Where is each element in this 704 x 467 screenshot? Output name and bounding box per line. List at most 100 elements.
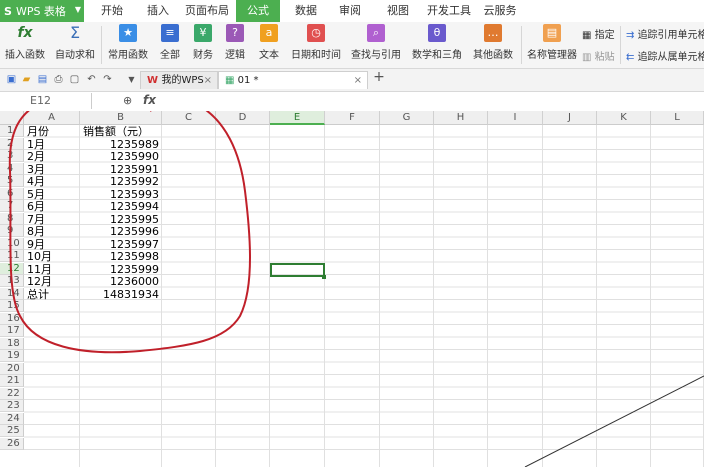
row-header-14[interactable]: 14	[0, 287, 24, 300]
row-header-17[interactable]: 17	[0, 325, 24, 337]
tab-page-layout[interactable]: 页面布局	[184, 0, 230, 22]
close-icon[interactable]: ×	[204, 72, 212, 90]
save-icon[interactable]: ▤	[37, 74, 48, 85]
row-header-2[interactable]: 2	[0, 137, 24, 150]
open-folder-icon[interactable]: ▰	[21, 74, 32, 85]
math-button[interactable]: θ 数学和三角	[408, 24, 466, 66]
cell-month[interactable]: 3月	[27, 163, 77, 176]
insert-function-button[interactable]: fx 插入函数	[4, 24, 46, 66]
cell-month[interactable]: 8月	[27, 225, 77, 238]
column-header-c[interactable]: C	[162, 111, 216, 125]
text-button[interactable]: a 文本	[254, 24, 284, 66]
undo-icon[interactable]: ↶	[86, 74, 97, 85]
column-header-e[interactable]: E	[270, 111, 325, 125]
cell-month[interactable]: 5月	[27, 188, 77, 201]
row-header-15[interactable]: 15	[0, 300, 24, 312]
cell-month[interactable]: 4月	[27, 175, 77, 188]
header-cell-sales[interactable]: 销售额（元）	[83, 125, 159, 138]
cell-sales[interactable]: 1236000	[83, 275, 159, 288]
tab-formulas[interactable]: 公式	[236, 0, 280, 22]
cell-month[interactable]: 9月	[27, 238, 77, 251]
cell-sales[interactable]: 1235999	[83, 263, 159, 276]
row-header-4[interactable]: 4	[0, 162, 24, 175]
cell-sales[interactable]: 1235997	[83, 238, 159, 251]
cell-total-label[interactable]: 总计	[27, 288, 77, 301]
row-header-19[interactable]: 19	[0, 350, 24, 362]
cell-month[interactable]: 7月	[27, 213, 77, 226]
column-header-g[interactable]: G	[380, 111, 434, 125]
row-header-22[interactable]: 22	[0, 387, 24, 400]
cell-sales[interactable]: 1235989	[83, 138, 159, 151]
row-header-18[interactable]: 18	[0, 337, 24, 350]
trace-dependents-button[interactable]: ⇇ 追踪从属单元格	[626, 48, 704, 63]
cell-month[interactable]: 10月	[27, 250, 77, 263]
cell-month[interactable]: 2月	[27, 150, 77, 163]
column-header-a[interactable]: A	[24, 111, 80, 125]
tab-view[interactable]: 视图	[380, 0, 416, 22]
cell-month[interactable]: 11月	[27, 263, 77, 276]
cell-sales[interactable]: 1235990	[83, 150, 159, 163]
new-tab-icon[interactable]: +	[373, 70, 385, 84]
cell-sales[interactable]: 1235991	[83, 163, 159, 176]
close-icon[interactable]: ×	[354, 72, 362, 90]
fx-icon[interactable]: fx	[143, 93, 156, 107]
finance-button[interactable]: ¥ 财务	[188, 24, 218, 66]
row-header-8[interactable]: 8	[0, 212, 24, 225]
row-header-13[interactable]: 13	[0, 275, 24, 287]
name-box[interactable]: E12	[0, 93, 92, 109]
tab-home[interactable]: 开始	[92, 0, 132, 22]
cell-sales[interactable]: 1235993	[83, 188, 159, 201]
other-functions-button[interactable]: … 其他函数	[468, 24, 518, 66]
new-file-icon[interactable]: ▣	[6, 74, 17, 85]
autosum-button[interactable]: Σ 自动求和	[52, 24, 98, 66]
row-header-5[interactable]: 5	[0, 175, 24, 187]
all-functions-button[interactable]: ≡ 全部	[154, 24, 186, 66]
row-header-1[interactable]: 1	[0, 125, 24, 137]
column-header-l[interactable]: L	[651, 111, 704, 125]
lookup-button[interactable]: ⌕ 查找与引用	[348, 24, 404, 66]
tab-insert[interactable]: 插入	[138, 0, 178, 22]
row-header-25[interactable]: 25	[0, 425, 24, 437]
tab-my-wps[interactable]: W 我的WPS ×	[140, 71, 218, 89]
row-header-20[interactable]: 20	[0, 362, 24, 375]
column-header-k[interactable]: K	[597, 111, 651, 125]
fill-handle[interactable]	[322, 275, 326, 279]
cell-month[interactable]: 1月	[27, 138, 77, 151]
cell-month[interactable]: 6月	[27, 200, 77, 213]
row-header-3[interactable]: 3	[0, 150, 24, 162]
column-header-b[interactable]: B	[80, 111, 162, 125]
row-header-21[interactable]: 21	[0, 375, 24, 387]
paste-button[interactable]: ▥ 粘贴	[582, 48, 615, 63]
row-header-24[interactable]: 24	[0, 412, 24, 425]
cell-sales[interactable]: 1235995	[83, 213, 159, 226]
name-manager-button[interactable]: ▤ 名称管理器	[526, 24, 578, 66]
tab-developer[interactable]: 开发工具	[424, 0, 474, 22]
row-header-16[interactable]: 16	[0, 312, 24, 325]
app-menu-button[interactable]: S WPS 表格 ▼	[0, 0, 84, 22]
logic-button[interactable]: ? 逻辑	[220, 24, 250, 66]
column-header-h[interactable]: H	[434, 111, 488, 125]
cell-sales[interactable]: 1235992	[83, 175, 159, 188]
tab-cloud[interactable]: 云服务	[480, 0, 520, 22]
spreadsheet-grid[interactable]: ABCDEFGHIJKL 1 2 3 4 5 6 7 8 9 10 11 12 13 14 15 16 17 18…	[0, 111, 704, 467]
row-header-10[interactable]: 10	[0, 237, 24, 250]
define-button[interactable]: ▦ 指定	[582, 26, 615, 41]
cell-sales[interactable]: 1235994	[83, 200, 159, 213]
cell-total-value[interactable]: 14831934	[83, 288, 159, 301]
tab-review[interactable]: 审阅	[332, 0, 368, 22]
row-header-26[interactable]: 26	[0, 437, 24, 450]
redo-icon[interactable]: ↷	[102, 74, 113, 85]
row-header-23[interactable]: 23	[0, 400, 24, 412]
row-header-12[interactable]: 12	[0, 262, 24, 275]
row-header-9[interactable]: 9	[0, 225, 24, 237]
header-cell-month[interactable]: 月份	[27, 125, 77, 138]
column-header-f[interactable]: F	[325, 111, 380, 125]
tab-data[interactable]: 数据	[286, 0, 326, 22]
row-header-7[interactable]: 7	[0, 200, 24, 212]
tab-document[interactable]: ▦ 01 * ×	[218, 71, 368, 89]
print-icon[interactable]: ⎙	[53, 74, 64, 85]
cell-sales[interactable]: 1235998	[83, 250, 159, 263]
chevron-down-icon[interactable]: ▼	[126, 74, 137, 85]
zoom-icon[interactable]: ⊕	[123, 94, 132, 107]
column-header-j[interactable]: J	[543, 111, 597, 125]
